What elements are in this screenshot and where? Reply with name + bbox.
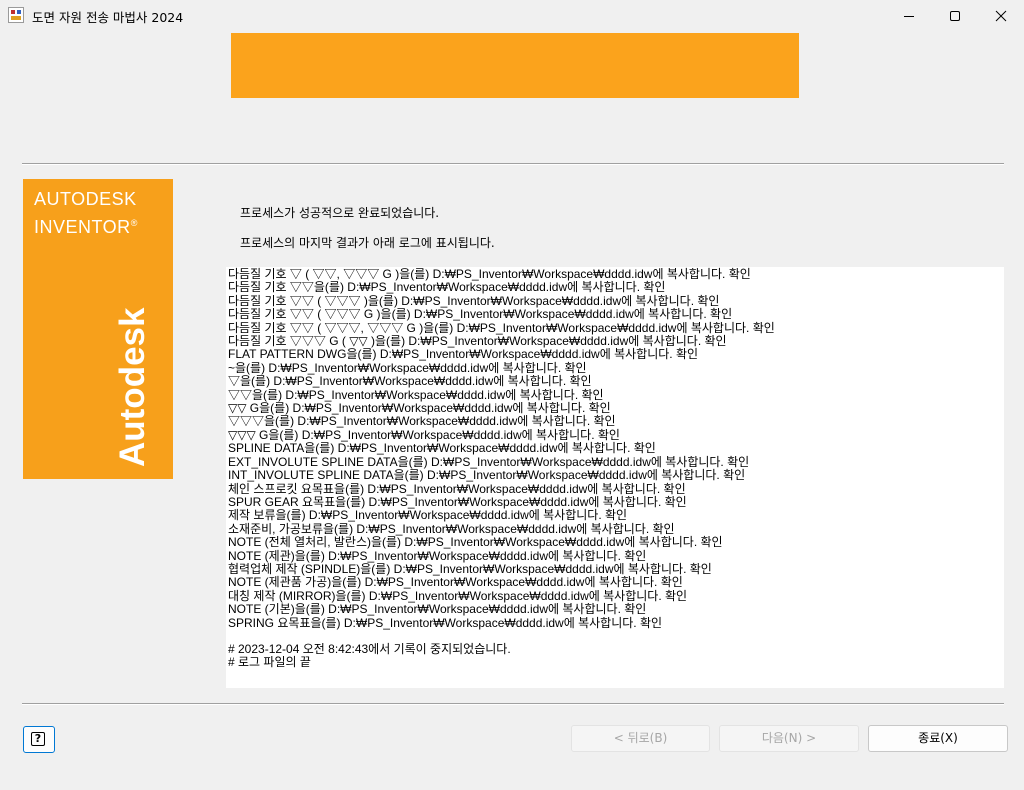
log-line: 제작 보류을(를) D:₩PS_Inventor₩Workspace₩dddd.… — [228, 508, 628, 523]
log-line: 다듬질 기호 ▽▽을(를) D:₩PS_Inventor₩Workspace₩d… — [228, 280, 666, 295]
log-output[interactable]: 다듬질 기호 ▽ ( ▽▽, ▽▽▽ G )을(를) D:₩PS_Invento… — [226, 267, 1004, 688]
log-note: 프로세스의 마지막 결과가 아래 로그에 표시됩니다. — [240, 236, 495, 250]
log-line: 다듬질 기호 ▽▽ ( ▽▽▽ )을(를) D:₩PS_Inventor₩Wor… — [228, 293, 720, 308]
finish-button[interactable]: 종료(X) — [868, 725, 1008, 752]
brand-text-inventor: INVENTOR® — [34, 217, 138, 237]
maximize-icon — [950, 11, 960, 21]
app-icon — [8, 7, 24, 23]
log-line: 대칭 제작 (MIRROR)을(를) D:₩PS_Inventor₩Worksp… — [228, 588, 688, 603]
title-bar: 도면 자원 전송 마법사 2024 — [0, 0, 1024, 32]
help-icon: ? — [31, 732, 45, 746]
log-footer-line: # 2023-12-04 오전 8:42:43에서 기록이 중지되었습니다. — [228, 641, 511, 656]
next-button[interactable]: 다음(N) > — [719, 725, 859, 752]
log-line: ~을(를) D:₩PS_Inventor₩Workspace₩dddd.idw에… — [228, 360, 587, 375]
log-line: NOTE (제관)을(를) D:₩PS_Inventor₩Workspace₩d… — [228, 548, 647, 563]
log-footer-line: # 로그 파일의 끝 — [228, 655, 311, 670]
log-line: INT_INVOLUTE SPLINE DATA을(를) D:₩PS_Inven… — [228, 468, 746, 483]
log-line: ▽▽▽ G을(를) D:₩PS_Inventor₩Workspace₩dddd.… — [228, 427, 620, 442]
top-divider — [22, 163, 1004, 165]
window-title: 도면 자원 전송 마법사 2024 — [32, 10, 184, 25]
maximize-button[interactable] — [932, 0, 978, 32]
close-icon — [995, 10, 1007, 22]
brand-text-autodesk: AUTODESK — [34, 189, 137, 209]
log-line: SPUR GEAR 요목표을(를) D:₩PS_Inventor₩Workspa… — [228, 494, 687, 509]
log-line: 다듬질 기호 ▽ ( ▽▽, ▽▽▽ G )을(를) D:₩PS_Invento… — [228, 267, 751, 281]
log-line: NOTE (전체 열처리, 발란스)을(를) D:₩PS_Inventor₩Wo… — [228, 535, 723, 550]
log-line: NOTE (제관품 가공)을(를) D:₩PS_Inventor₩Workspa… — [228, 575, 683, 590]
brand-logo-vertical: Autodesk — [113, 307, 152, 467]
log-line: ▽▽을(를) D:₩PS_Inventor₩Workspace₩dddd.idw… — [228, 387, 604, 402]
header-banner — [231, 33, 799, 98]
log-line: 체인 스프로킷 요목표을(를) D:₩PS_Inventor₩Workspace… — [228, 481, 686, 496]
log-line: 협력업체 제작 (SPINDLE)을(를) D:₩PS_Inventor₩Wor… — [228, 561, 712, 576]
status-message: 프로세스가 성공적으로 완료되었습니다. — [240, 206, 440, 220]
log-line: ▽▽▽을(를) D:₩PS_Inventor₩Workspace₩dddd.id… — [228, 414, 616, 429]
log-line: 다듬질 기호 ▽▽ ( ▽▽▽ G )을(를) D:₩PS_Inventor₩W… — [228, 307, 733, 322]
log-line: 다듬질 기호 ▽▽▽ G ( ▽▽ )을(를) D:₩PS_Inventor₩W… — [228, 334, 727, 349]
log-line: FLAT PATTERN DWG을(를) D:₩PS_Inventor₩Work… — [228, 347, 699, 362]
log-line: 다듬질 기호 ▽▽ ( ▽▽▽, ▽▽▽ G )을(를) D:₩PS_Inven… — [228, 320, 775, 335]
log-line: SPRING 요목표을(를) D:₩PS_Inventor₩Workspace₩… — [228, 615, 663, 630]
bottom-divider — [22, 703, 1004, 705]
back-button[interactable]: < 뒤로(B) — [571, 725, 710, 752]
log-line: SPLINE DATA을(를) D:₩PS_Inventor₩Workspace… — [228, 441, 656, 456]
log-line: ▽을(를) D:₩PS_Inventor₩Workspace₩dddd.idw에… — [228, 374, 592, 389]
log-line: 소재준비, 가공보류을(를) D:₩PS_Inventor₩Workspace₩… — [228, 521, 675, 536]
log-line: EXT_INVOLUTE SPLINE DATA을(를) D:₩PS_Inven… — [228, 454, 750, 469]
registered-mark: ® — [130, 218, 138, 228]
minimize-button[interactable] — [886, 0, 932, 32]
minimize-icon — [904, 16, 914, 17]
help-button[interactable]: ? — [23, 726, 55, 753]
close-button[interactable] — [978, 0, 1024, 32]
log-line: ▽▽ G을(를) D:₩PS_Inventor₩Workspace₩dddd.i… — [228, 401, 611, 416]
log-line: NOTE (기본)을(를) D:₩PS_Inventor₩Workspace₩d… — [228, 602, 647, 617]
